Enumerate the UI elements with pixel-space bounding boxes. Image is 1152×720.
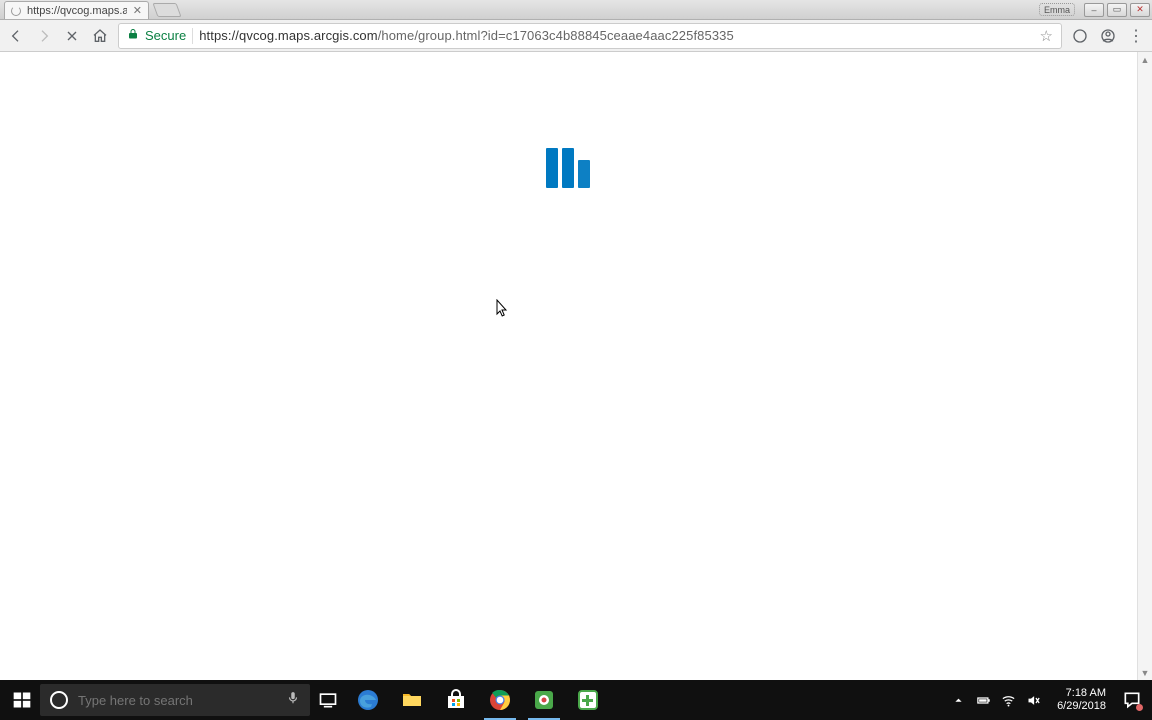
arrow-left-icon [8, 28, 24, 44]
close-tab-icon[interactable]: ✕ [133, 4, 142, 17]
home-icon [92, 28, 108, 44]
loader-bar-icon [578, 160, 590, 188]
action-center-icon[interactable] [1122, 690, 1142, 710]
omnibox-divider [192, 28, 193, 44]
browser-menu-button[interactable]: ⋮ [1126, 26, 1146, 46]
volume-icon[interactable] [1026, 693, 1041, 708]
url-host: https://qvcog.maps.arcgis.com [199, 28, 377, 43]
taskbar-search[interactable] [40, 684, 310, 716]
loader-bar-icon [562, 148, 574, 188]
data-saver-icon[interactable] [1070, 26, 1090, 46]
stop-reload-button[interactable] [62, 26, 82, 46]
microphone-icon[interactable] [286, 691, 300, 710]
browser-tab[interactable]: https://qvcog.maps.arcg ✕ [4, 1, 149, 19]
edge-app[interactable] [346, 680, 390, 720]
url-text: https://qvcog.maps.arcgis.com/home/group… [199, 28, 734, 43]
file-explorer-app[interactable] [390, 680, 434, 720]
forward-button[interactable] [34, 26, 54, 46]
window-controls: Emma – ▭ ✕ [1039, 0, 1152, 19]
minimize-button[interactable]: – [1084, 3, 1104, 17]
vertical-scrollbar[interactable]: ▲ ▼ [1137, 52, 1152, 680]
new-tab-button[interactable] [152, 3, 181, 17]
secure-label: Secure [145, 28, 186, 43]
close-window-button[interactable]: ✕ [1130, 3, 1150, 17]
profile-icon[interactable] [1098, 26, 1118, 46]
tab-title: https://qvcog.maps.arcg [27, 5, 127, 17]
camtasia-rec-icon [530, 686, 558, 714]
url-path: /home/group.html?id=c17063c4b88845ceaae4… [378, 28, 734, 43]
chrome-app[interactable] [478, 680, 522, 720]
microsoft-store-app[interactable] [434, 680, 478, 720]
tray-overflow-icon[interactable] [951, 693, 966, 708]
window-titlebar: https://qvcog.maps.arcg ✕ Emma – ▭ ✕ [0, 0, 1152, 20]
system-tray: 7:18 AM 6/29/2018 [951, 687, 1148, 713]
scroll-up-icon[interactable]: ▲ [1138, 52, 1152, 67]
clock-time: 7:18 AM [1057, 687, 1106, 700]
store-icon [442, 686, 470, 714]
page-loading-indicator [546, 148, 590, 188]
task-view-icon [318, 690, 338, 710]
camtasia-editor-app[interactable] [566, 680, 610, 720]
windows-taskbar: 7:18 AM 6/29/2018 [0, 680, 1152, 720]
address-bar[interactable]: Secure https://qvcog.maps.arcgis.com/hom… [118, 23, 1062, 49]
start-button[interactable] [4, 680, 40, 720]
cortana-circle-icon [50, 691, 68, 709]
lock-icon [127, 28, 139, 43]
loader-bar-icon [546, 148, 558, 188]
edge-icon [354, 686, 382, 714]
chrome-icon [486, 686, 514, 714]
camtasia-recorder-app[interactable] [522, 680, 566, 720]
page-viewport: ▲ ▼ [0, 52, 1152, 680]
back-button[interactable] [6, 26, 26, 46]
taskbar-search-input[interactable] [78, 693, 276, 708]
battery-icon[interactable] [976, 693, 991, 708]
scroll-down-icon[interactable]: ▼ [1138, 665, 1152, 680]
pinned-apps [346, 680, 610, 720]
tab-strip: https://qvcog.maps.arcg ✕ [0, 0, 179, 19]
windows-logo-icon [12, 690, 32, 710]
maximize-button[interactable]: ▭ [1107, 3, 1127, 17]
taskbar-clock[interactable]: 7:18 AM 6/29/2018 [1051, 687, 1112, 713]
arrow-right-icon [36, 28, 52, 44]
loading-spinner-icon [11, 6, 21, 16]
clock-date: 6/29/2018 [1057, 700, 1106, 713]
wifi-icon[interactable] [1001, 693, 1016, 708]
bookmark-star-icon[interactable]: ☆ [1040, 27, 1053, 45]
folder-icon [398, 686, 426, 714]
task-view-button[interactable] [310, 680, 346, 720]
mouse-cursor-icon [496, 299, 510, 319]
camtasia-icon [574, 686, 602, 714]
home-button[interactable] [90, 26, 110, 46]
browser-toolbar: Secure https://qvcog.maps.arcgis.com/hom… [0, 20, 1152, 52]
user-badge[interactable]: Emma [1039, 3, 1075, 16]
close-stop-icon [64, 28, 80, 44]
